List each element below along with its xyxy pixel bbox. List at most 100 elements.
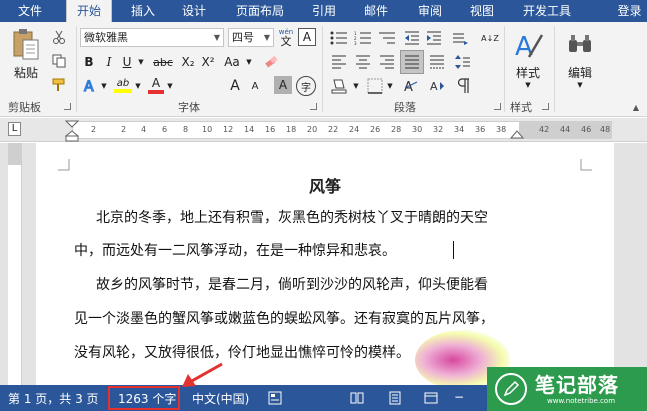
change-case-button[interactable]: Aa — [220, 52, 244, 72]
italic-button[interactable]: I — [100, 52, 118, 72]
chevron-down-icon[interactable]: ▼ — [134, 76, 142, 96]
align-right-icon[interactable] — [376, 52, 398, 72]
binoculars-icon[interactable] — [566, 30, 594, 58]
tab-view[interactable]: 视图 — [460, 0, 504, 22]
bullets-icon[interactable] — [328, 28, 350, 48]
sort-button[interactable]: A↓Z — [478, 28, 502, 48]
tab-insert[interactable]: 插入 — [122, 0, 164, 22]
right-indent-marker[interactable] — [510, 130, 524, 140]
highlight-color-button[interactable]: ab — [112, 74, 134, 96]
ruler-tick: 32 — [433, 125, 444, 134]
tab-mailings[interactable]: 邮件 — [354, 0, 398, 22]
chevron-down-icon[interactable]: ▼ — [522, 80, 534, 90]
chevron-down-icon[interactable]: ▼ — [352, 76, 360, 96]
clipboard-launcher-icon[interactable] — [64, 103, 71, 110]
character-shading-button[interactable]: A — [274, 76, 292, 94]
tab-review[interactable]: 审阅 — [408, 0, 452, 22]
copy-icon[interactable] — [50, 52, 68, 70]
superscript-button[interactable]: X² — [198, 52, 218, 72]
align-left-icon[interactable] — [328, 52, 350, 72]
vertical-ruler-margin — [8, 143, 21, 165]
zoom-out-icon[interactable]: − — [454, 390, 464, 404]
phonetic-guide-button[interactable]: wén 文 — [276, 26, 296, 48]
document-page[interactable]: 风筝 北京的冬季，地上还有积雪，灰黑色的秃树枝丫叉于晴朗的天空 中，而远处有一二… — [36, 143, 614, 385]
chinese-layout-icon[interactable] — [450, 28, 470, 48]
paragraph-launcher-icon[interactable] — [494, 103, 501, 110]
word-count-status[interactable]: 1263 个字 — [118, 390, 176, 407]
asian-layout-icon[interactable]: A — [400, 76, 422, 96]
web-layout-icon[interactable] — [424, 391, 438, 405]
tab-home[interactable]: 开始 — [66, 0, 112, 22]
text-effects-icon[interactable]: A — [80, 76, 100, 96]
ruler-tick: 42 — [539, 125, 550, 134]
horizontal-ruler[interactable]: 2 2 4 6 8 10 12 14 16 18 20 22 24 26 28 … — [72, 121, 612, 139]
language-status[interactable]: 中文(中国) — [192, 390, 249, 407]
line-spacing-icon[interactable] — [452, 52, 474, 72]
ruler-tick: 2 — [91, 125, 97, 134]
page-count-status[interactable]: 第 1 页，共 3 页 — [8, 390, 99, 407]
bold-button[interactable]: B — [80, 52, 98, 72]
numbering-icon[interactable]: 123 — [352, 28, 374, 48]
collapse-ribbon-icon[interactable]: ▲ — [630, 102, 642, 112]
chevron-down-icon[interactable]: ▼ — [574, 80, 586, 90]
distributed-icon[interactable] — [426, 52, 448, 72]
tab-references[interactable]: 引用 — [302, 0, 346, 22]
multilevel-list-icon[interactable] — [376, 28, 398, 48]
styles-launcher-icon[interactable] — [542, 103, 549, 110]
shading-icon[interactable] — [328, 76, 350, 96]
sign-in-link[interactable]: 登录 — [612, 0, 647, 22]
styles-button-label[interactable]: 样式 — [510, 64, 546, 81]
horizontal-ruler-area: L 2 2 4 6 8 10 12 14 16 18 20 22 24 26 2… — [0, 118, 647, 142]
borders-icon[interactable] — [364, 76, 386, 96]
tab-page-layout[interactable]: 页面布局 — [228, 0, 292, 22]
cut-icon[interactable] — [50, 28, 68, 46]
ruler-tick: 26 — [370, 125, 381, 134]
format-painter-icon[interactable] — [50, 76, 68, 94]
paragraph-mark-icon[interactable] — [452, 76, 474, 96]
character-border-button[interactable]: A — [298, 28, 316, 46]
paste-icon[interactable] — [10, 28, 42, 62]
clear-formatting-icon[interactable] — [262, 52, 282, 72]
watermark-banner: 笔记部落 www.notetribe.com — [487, 367, 647, 411]
chevron-down-icon[interactable]: ▼ — [166, 76, 174, 96]
first-line-indent-marker[interactable] — [65, 120, 79, 142]
font-name-combo[interactable]: 微软雅黑 ▼ — [80, 28, 224, 47]
increase-indent-icon[interactable] — [424, 28, 444, 48]
decrease-indent-icon[interactable] — [402, 28, 422, 48]
read-mode-icon[interactable] — [350, 391, 364, 405]
paragraph-line: 见一个淡墨色的蟹风筝或嫩蓝色的蜈蚣风筝。还有寂寞的瓦片风筝， — [74, 311, 494, 327]
font-size-combo[interactable]: 四号 ▼ — [228, 28, 274, 47]
macro-record-icon[interactable] — [268, 391, 282, 405]
text-direction-icon[interactable]: A — [426, 76, 448, 96]
ruler-tick: 20 — [307, 125, 318, 134]
vertical-ruler[interactable] — [8, 143, 22, 385]
chevron-down-icon[interactable]: ▼ — [386, 76, 394, 96]
shrink-font-button[interactable]: A — [246, 76, 264, 96]
chevron-down-icon: ▼ — [213, 33, 220, 42]
justify-icon[interactable] — [400, 50, 424, 74]
enclose-characters-button[interactable]: 字 — [296, 76, 316, 96]
tab-file[interactable]: 文件 — [8, 0, 52, 22]
tab-design[interactable]: 设计 — [172, 0, 216, 22]
chevron-down-icon[interactable]: ▼ — [100, 76, 108, 96]
strikethrough-button[interactable]: abc — [150, 52, 176, 72]
chevron-down-icon[interactable]: ▼ — [136, 52, 146, 72]
ruler-tick: 28 — [391, 125, 402, 134]
editing-button-label[interactable]: 编辑 — [560, 64, 600, 81]
ribbon-tab-bar: 文件 开始 插入 设计 页面布局 引用 邮件 审阅 视图 开发工具 登录 — [0, 0, 647, 22]
tab-selector[interactable]: L — [8, 122, 21, 136]
annotation-arrow-icon — [182, 362, 223, 387]
underline-button[interactable]: U — [118, 52, 136, 72]
paste-label[interactable]: 粘贴 — [10, 64, 42, 81]
grow-font-button[interactable]: A — [226, 76, 244, 96]
styles-icon[interactable]: A — [510, 28, 546, 62]
font-color-button[interactable]: A — [146, 74, 166, 96]
font-launcher-icon[interactable] — [310, 103, 317, 110]
chevron-down-icon[interactable]: ▼ — [244, 52, 254, 72]
font-name-value: 微软雅黑 — [84, 31, 128, 44]
subscript-button[interactable]: X₂ — [178, 52, 198, 72]
align-center-icon[interactable] — [352, 52, 374, 72]
print-layout-icon[interactable] — [388, 391, 402, 405]
margin-corner-icon — [58, 159, 70, 171]
tab-developer[interactable]: 开发工具 — [514, 0, 580, 22]
